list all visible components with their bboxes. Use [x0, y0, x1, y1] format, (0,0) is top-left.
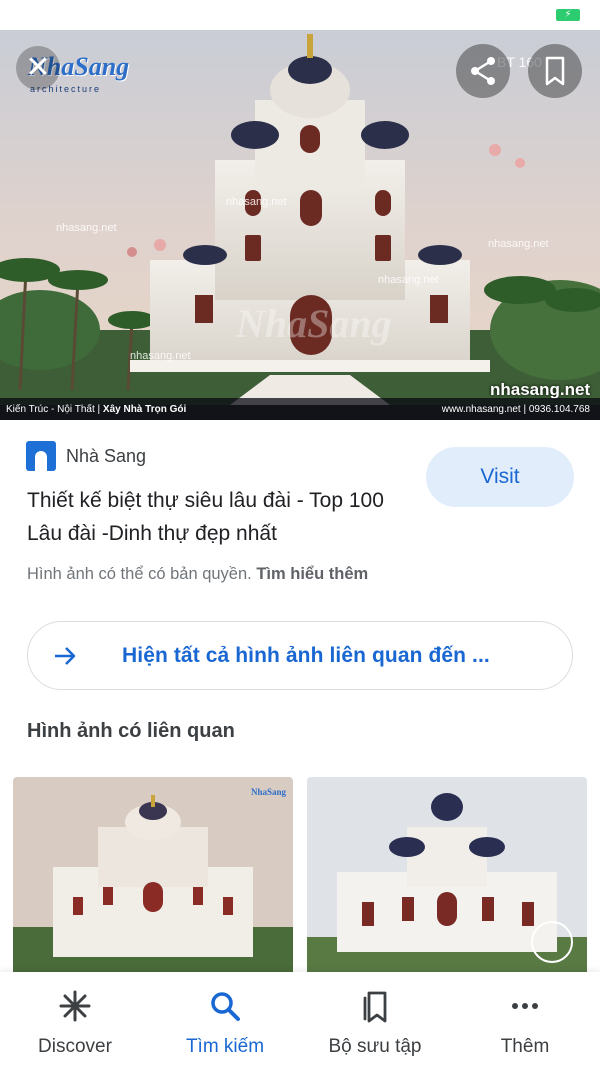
watermark: nhasang.net	[378, 274, 439, 286]
nav-discover[interactable]: Discover	[0, 972, 150, 1067]
nav-more[interactable]: Thêm	[450, 972, 600, 1067]
related-image[interactable]: NhaSang	[13, 777, 293, 977]
show-related-button[interactable]: Hiện tất cả hình ảnh liên quan đến ...	[27, 621, 573, 690]
nav-label: Thêm	[500, 1036, 550, 1057]
learn-more-link[interactable]: Tìm hiểu thêm	[256, 565, 368, 583]
watermark: nhasang.net	[56, 222, 117, 234]
nav-label: Tìm kiếm	[185, 1036, 265, 1057]
source-row[interactable]: Nhà Sang	[26, 440, 146, 472]
site-watermark: nhasang.net	[490, 380, 591, 399]
hero-image[interactable]: NhaSang architecture ✕ BT 160 nhasang.ne…	[0, 30, 600, 420]
more-icon	[507, 988, 543, 1024]
visit-button[interactable]: Visit	[426, 447, 574, 507]
watermark: nhasang.net	[226, 196, 287, 208]
collections-icon	[357, 988, 393, 1024]
show-related-label: Hiện tất cả hình ảnh liên quan đến ...	[122, 643, 490, 667]
watermark: nhasang.net	[130, 350, 191, 362]
copyright-text: Hình ảnh có thể có bản quyền.	[27, 565, 257, 583]
related-images-heading: Hình ảnh có liên quan	[27, 720, 235, 742]
svg-text:NhaSang: NhaSang	[251, 787, 287, 797]
nav-search[interactable]: Tìm kiếm	[150, 972, 300, 1067]
watermark: nhasang.net	[488, 238, 549, 250]
asterisk-icon	[57, 988, 93, 1024]
bookmark-icon	[545, 56, 565, 86]
caption-contact: www.nhasang.net | 0936.104.768	[441, 404, 590, 415]
site-name: Nhà Sang	[66, 445, 147, 466]
bookmark-button[interactable]	[528, 44, 582, 98]
nav-label: Discover	[38, 1036, 112, 1057]
copyright-notice: Hình ảnh có thể có bản quyền. Tìm hiểu t…	[27, 565, 368, 584]
close-icon[interactable]: ✕	[16, 46, 60, 90]
share-button[interactable]	[456, 44, 510, 98]
related-castle-photo: NhaSang	[13, 777, 293, 977]
result-title[interactable]: Thiết kế biệt thự siêu lâu đài - Top 100…	[27, 484, 407, 550]
related-image[interactable]	[307, 777, 587, 977]
nav-collections[interactable]: Bộ sưu tập	[300, 972, 450, 1067]
search-icon	[207, 988, 243, 1024]
caption-left: Kiến Trúc - Nội Thất | Xây Nhà Trọn Gói	[6, 404, 186, 415]
nav-label: Bộ sưu tập	[328, 1036, 422, 1057]
status-bar: ⚡	[0, 0, 600, 30]
bottom-navigation: Discover Tìm kiếm Bộ sưu tập Thêm	[0, 972, 600, 1067]
share-icon	[471, 57, 495, 85]
caption-services: Kiến Trúc - Nội Thất |	[6, 404, 103, 415]
center-watermark: NhaSang	[236, 301, 392, 346]
arrow-right-icon	[55, 646, 76, 665]
caption-highlight: Xây Nhà Trọn Gói	[102, 404, 187, 415]
related-castle-photo	[307, 777, 587, 977]
battery-charging-icon: ⚡	[556, 9, 580, 21]
site-favicon-icon	[26, 441, 56, 471]
